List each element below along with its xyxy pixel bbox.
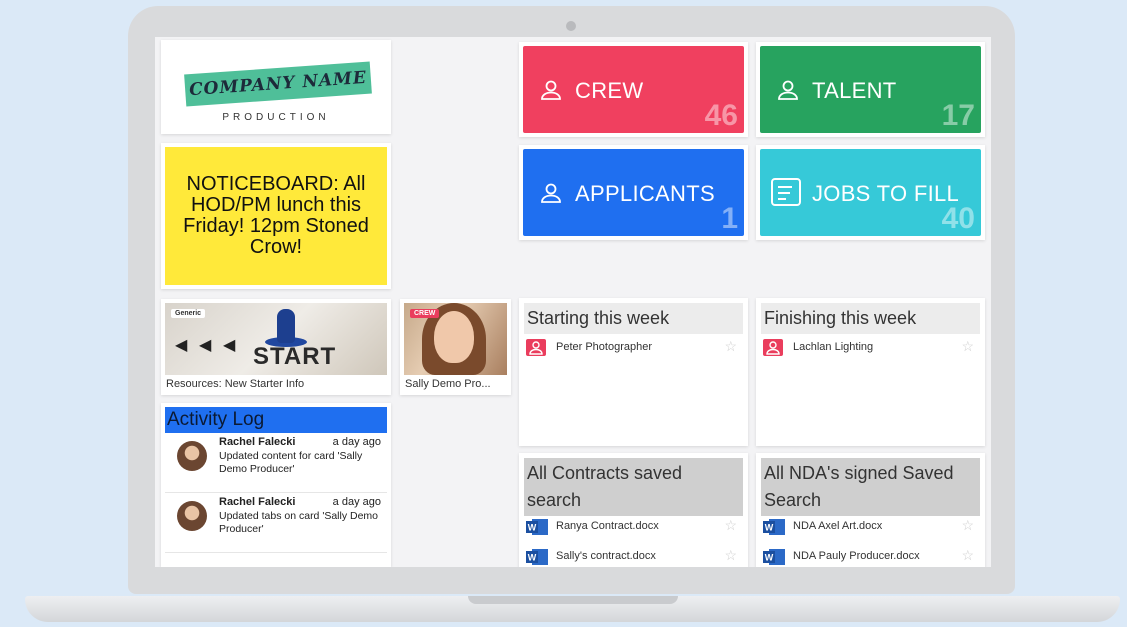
starting-title: Starting this week <box>524 303 743 334</box>
tile-jobs-count: 40 <box>941 202 975 235</box>
activity-log-card[interactable]: Activity Log Rachel Falecki a day ago Up… <box>161 403 391 567</box>
avatar <box>177 501 207 531</box>
tile-applicants-label: APPLICANTS <box>575 181 715 206</box>
person-icon <box>526 339 546 356</box>
logo-banner: COMPANY NAME <box>184 61 372 107</box>
resource-image: ◀ ◀ ◀ START Generic <box>165 303 387 375</box>
resource-card[interactable]: ◀ ◀ ◀ START Generic Resources: New Start… <box>161 299 391 395</box>
list-item-label: Ranya Contract.docx <box>556 520 659 532</box>
list-item-label: Lachlan Lighting <box>793 341 874 353</box>
list-item[interactable]: W Ranya Contract.docx ☆ <box>524 513 743 539</box>
star-icon[interactable]: ☆ <box>724 338 737 355</box>
arrow-icon: ◀ <box>223 337 236 354</box>
person-icon <box>778 80 798 100</box>
company-name: COMPANY NAME <box>188 67 368 101</box>
nda-saved-search-card[interactable]: All NDA's signed Saved Search W NDA Axel… <box>756 453 985 567</box>
tile-crew[interactable]: CREW 46 <box>519 42 748 137</box>
activity-text: Updated tabs on card 'Sally Demo Produce… <box>219 510 379 535</box>
tile-talent-count: 17 <box>941 99 975 132</box>
laptop-notch <box>468 596 678 604</box>
activity-time: a day ago <box>332 436 381 448</box>
activity-time: a day ago <box>332 496 381 508</box>
activity-user: Rachel Falecki <box>219 496 296 508</box>
crew-face <box>434 311 474 363</box>
tile-applicants[interactable]: APPLICANTS 1 <box>519 145 748 240</box>
svg-text:W: W <box>528 553 537 563</box>
list-item-label: NDA Axel Art.docx <box>793 520 883 532</box>
activity-entry[interactable]: Rachel Falecki a day ago Updated tabs on… <box>165 493 387 553</box>
star-icon[interactable]: ☆ <box>724 547 737 564</box>
crew-caption: Sally Demo Pro... <box>405 378 491 390</box>
activity-text: Updated content for card 'Sally Demo Pro… <box>219 450 363 475</box>
tile-crew-label: CREW <box>575 78 644 103</box>
company-subtitle: PRODUCTION <box>222 112 330 123</box>
nda-title: All NDA's signed Saved Search <box>761 458 980 516</box>
crew-photo: CREW <box>404 303 507 375</box>
star-icon[interactable]: ☆ <box>961 547 974 564</box>
crew-profile-card[interactable]: CREW Sally Demo Pro... <box>400 299 511 395</box>
tile-jobs-to-fill[interactable]: JOBS TO FILL 40 <box>756 145 985 240</box>
noticeboard-card[interactable]: NOTICEBOARD: All HOD/PM lunch this Frida… <box>161 143 391 289</box>
noticeboard-text: NOTICEBOARD: All HOD/PM lunch this Frida… <box>165 147 387 285</box>
svg-text:W: W <box>765 523 774 533</box>
list-item-label: NDA Pauly Producer.docx <box>793 550 920 562</box>
word-doc-icon: W <box>526 519 548 535</box>
tile-talent[interactable]: TALENT 17 <box>756 42 985 137</box>
svg-text:W: W <box>765 553 774 563</box>
list-item[interactable]: Lachlan Lighting ☆ <box>761 334 980 360</box>
tile-applicants-count: 1 <box>721 202 738 235</box>
star-icon[interactable]: ☆ <box>961 517 974 534</box>
star-icon[interactable]: ☆ <box>724 517 737 534</box>
crew-tag: CREW <box>410 309 440 318</box>
tile-talent-label: TALENT <box>812 78 897 103</box>
generic-tag: Generic <box>171 309 206 318</box>
list-item[interactable]: W NDA Axel Art.docx ☆ <box>761 513 980 539</box>
finishing-this-week-card[interactable]: Finishing this week Lachlan Lighting ☆ <box>756 298 985 446</box>
word-doc-icon: W <box>526 549 548 565</box>
list-item[interactable]: W NDA Pauly Producer.docx ☆ <box>761 543 980 567</box>
star-icon[interactable]: ☆ <box>961 338 974 355</box>
company-logo-card[interactable]: COMPANY NAME PRODUCTION <box>161 40 391 134</box>
camera-icon <box>566 21 576 31</box>
avatar <box>177 441 207 471</box>
word-doc-icon: W <box>763 549 785 565</box>
tile-crew-count: 46 <box>704 99 738 132</box>
finishing-title: Finishing this week <box>761 303 980 334</box>
contracts-title: All Contracts saved search <box>524 458 743 516</box>
knob <box>277 309 295 343</box>
svg-text:W: W <box>528 523 537 533</box>
resource-caption: Resources: New Starter Info <box>166 378 305 390</box>
activity-log-title: Activity Log <box>165 407 387 433</box>
tile-jobs-label: JOBS TO FILL <box>812 181 960 206</box>
activity-user: Rachel Falecki <box>219 436 296 448</box>
list-item-label: Sally's contract.docx <box>556 550 656 562</box>
list-icon <box>771 178 801 206</box>
person-icon <box>541 183 561 203</box>
word-doc-icon: W <box>763 519 785 535</box>
list-item-label: Peter Photographer <box>556 341 653 353</box>
activity-entry[interactable]: Rachel Falecki a day ago Updated content… <box>165 433 387 493</box>
list-item[interactable]: W Sally's contract.docx ☆ <box>524 543 743 567</box>
person-icon <box>763 339 783 356</box>
contracts-saved-search-card[interactable]: All Contracts saved search W Ranya Contr… <box>519 453 748 567</box>
arrow-icon: ◀ <box>175 337 188 354</box>
starting-this-week-card[interactable]: Starting this week Peter Photographer ☆ <box>519 298 748 446</box>
start-image-text: START <box>253 343 337 370</box>
list-item[interactable]: Peter Photographer ☆ <box>524 334 743 360</box>
person-icon <box>541 80 561 100</box>
arrow-icon: ◀ <box>199 337 212 354</box>
dashboard-screen: COMPANY NAME PRODUCTION NOTICEBOARD: All… <box>155 37 991 567</box>
